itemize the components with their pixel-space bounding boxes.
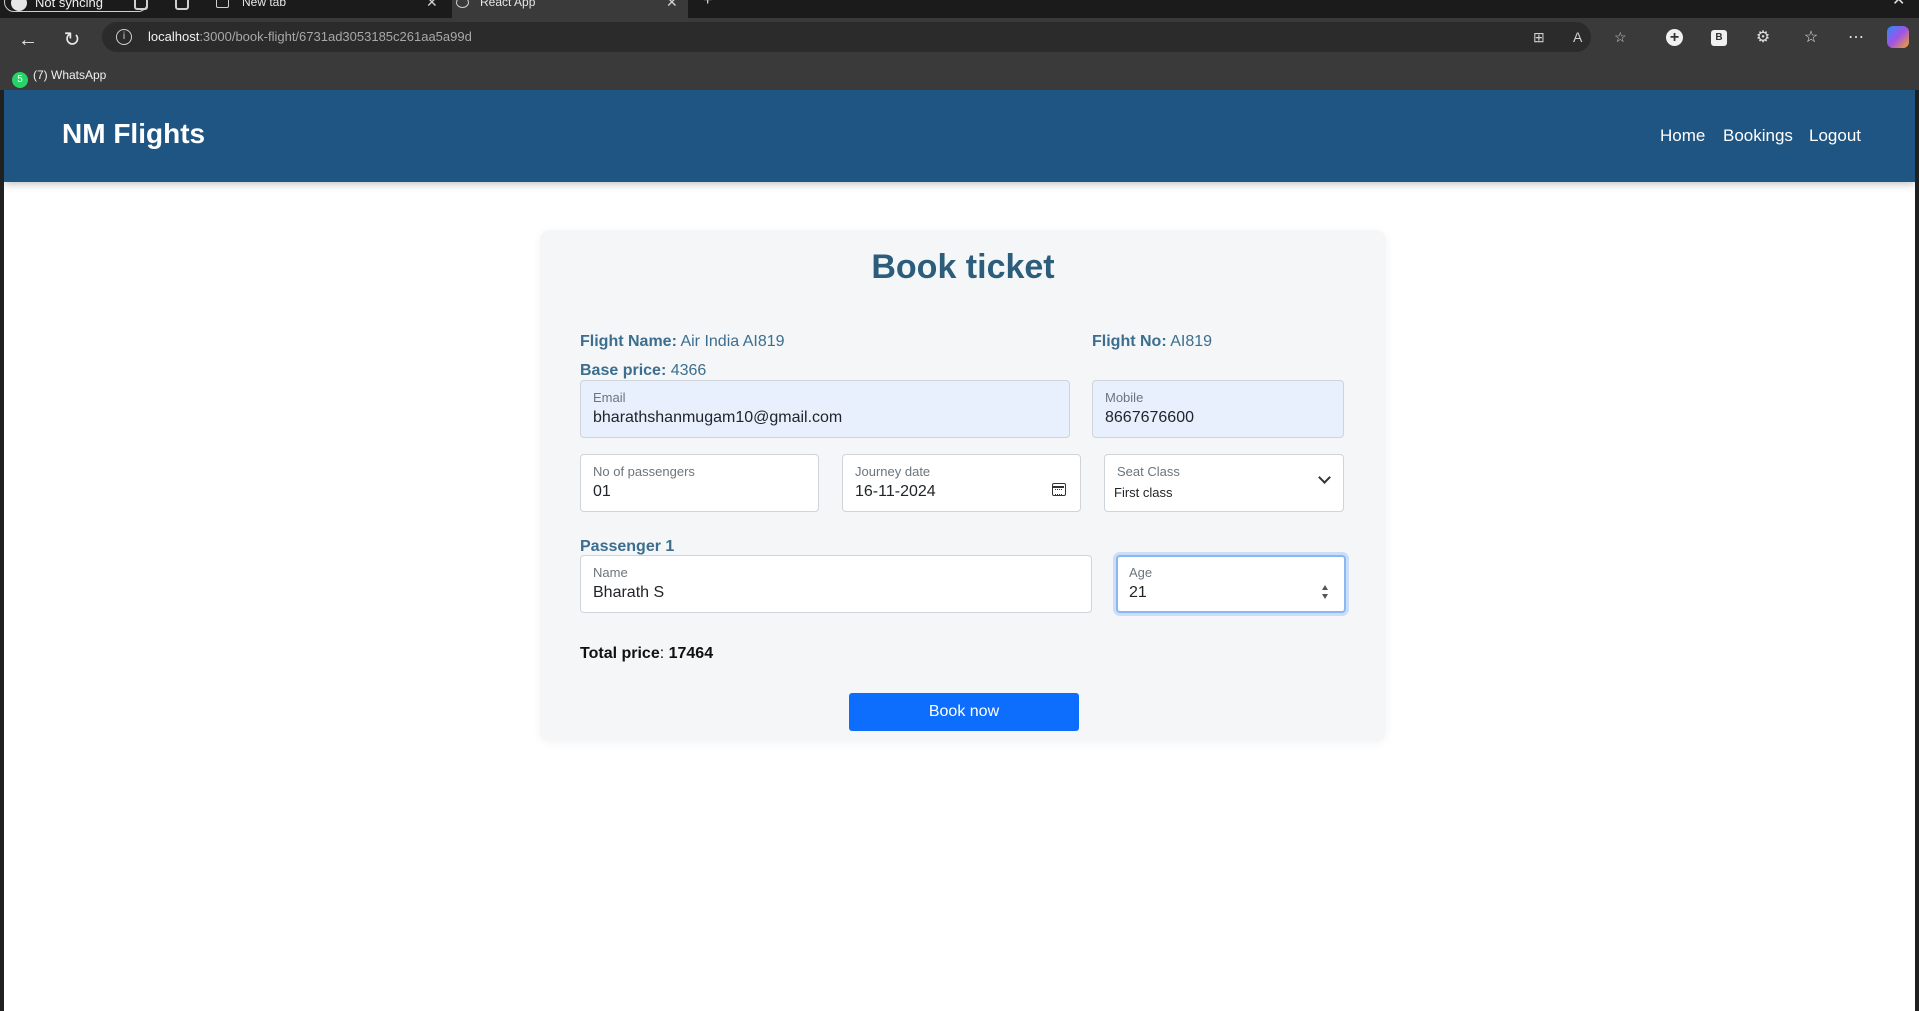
read-aloud-icon[interactable]: A [1573, 29, 1582, 45]
nav-link-home[interactable]: Home [1660, 126, 1705, 146]
passengers-field[interactable]: No of passengers 01 [580, 454, 819, 512]
email-label: Email [593, 390, 626, 405]
brand-logo[interactable]: NM Flights [62, 118, 205, 150]
seat-class-select[interactable]: Seat Class First class [1104, 454, 1344, 512]
profile-status-label: Not syncing [35, 0, 103, 10]
total-price-label: Total price [580, 645, 660, 662]
mobile-field[interactable]: Mobile 8667676600 [1092, 380, 1344, 438]
passenger-heading: Passenger 1 [580, 538, 675, 555]
nav-link-logout[interactable]: Logout [1809, 126, 1861, 146]
flight-name-label: Flight Name: [580, 333, 677, 350]
profile-button[interactable]: Not syncing [4, 0, 148, 12]
favorite-star-icon[interactable]: ☆ [1614, 29, 1627, 46]
new-tab-favicon-icon [216, 0, 229, 8]
url-path: :3000/book-flight/6731ad3053185c261aa5a9… [199, 29, 472, 44]
mobile-value: 8667676600 [1105, 409, 1194, 426]
journey-date-label: Journey date [855, 464, 931, 479]
flight-no-value: AI819 [1170, 333, 1213, 350]
email-value: bharathshanmugam10@gmail.com [593, 409, 843, 426]
journey-date-value: 16-11-2024 [855, 483, 936, 500]
close-tab-icon[interactable]: ✕ [426, 0, 438, 12]
extensions-icon[interactable]: ⚙ [1753, 28, 1773, 48]
tab-title: React App [480, 0, 536, 9]
journey-date-field[interactable]: Journey date 16-11-2024 [842, 454, 1081, 512]
passenger-age-label: Age [1129, 565, 1153, 580]
base-price-info: Base price: 4366 [580, 362, 706, 380]
maximize-icon[interactable]: ▫ [1846, 0, 1852, 8]
total-price-value: 17464 [668, 645, 714, 662]
new-tab-button[interactable]: + [703, 0, 712, 10]
extension-b-icon[interactable]: B [1711, 30, 1727, 46]
base-price-value: 4366 [670, 362, 707, 379]
site-info-icon[interactable]: i [116, 29, 132, 45]
browser-tab-strip: Not syncing New tab ✕ React App ✕ + – ▫ … [0, 0, 1919, 18]
extension-add-icon[interactable]: + [1666, 29, 1683, 46]
more-menu-icon[interactable]: ⋯ [1846, 28, 1866, 48]
tab-actions-icon[interactable] [175, 0, 189, 10]
calendar-icon[interactable] [1052, 483, 1066, 496]
bookmarks-bar: 5 (7) WhatsApp [0, 62, 1919, 90]
whatsapp-icon: 5 [12, 72, 28, 88]
email-field[interactable]: Email bharathshanmugam10@gmail.com [580, 380, 1070, 438]
tab-new-tab[interactable]: New tab ✕ [216, 0, 444, 18]
passenger-name-label: Name [593, 565, 628, 580]
chevron-down-icon [1318, 471, 1331, 484]
book-ticket-card: Book ticket Flight Name: Air India AI819… [540, 230, 1386, 741]
tab-react-app[interactable]: React App ✕ [452, 0, 688, 18]
passenger-name-value: Bharath S [593, 584, 665, 601]
nav-link-bookings[interactable]: Bookings [1723, 126, 1793, 146]
passenger-age-value: 21 [1129, 584, 1147, 601]
close-window-icon[interactable]: ✕ [1892, 0, 1905, 10]
spinner-down-icon[interactable] [1322, 594, 1328, 599]
app-available-icon[interactable]: ⊞ [1533, 29, 1545, 46]
react-favicon-icon [456, 0, 469, 8]
mobile-label: Mobile [1105, 390, 1144, 405]
url-host: localhost [148, 29, 200, 44]
spinner-up-icon[interactable] [1322, 585, 1328, 590]
book-now-button[interactable]: Book now [849, 693, 1079, 731]
close-tab-icon[interactable]: ✕ [666, 0, 678, 12]
favorites-icon[interactable]: ☆ [1801, 28, 1821, 48]
url-text[interactable]: localhost:3000/book-flight/6731ad3053185… [148, 29, 472, 44]
app-navbar: NM Flights Home Bookings Logout [4, 90, 1915, 182]
flight-no-label: Flight No: [1092, 333, 1167, 350]
total-price: Total price: 17464 [580, 645, 714, 662]
minimize-icon[interactable]: – [1798, 0, 1807, 8]
seat-class-value: First class [1114, 485, 1173, 500]
flight-no-info: Flight No: AI819 [1092, 333, 1212, 351]
copilot-icon[interactable] [1887, 26, 1909, 48]
passengers-label: No of passengers [593, 464, 695, 479]
seat-class-label: Seat Class [1117, 464, 1180, 479]
tab-title: New tab [242, 0, 287, 9]
page-title: Book ticket [871, 248, 1055, 286]
flight-name-info: Flight Name: Air India AI819 [580, 333, 785, 351]
base-price-label: Base price: [580, 362, 667, 379]
flight-name-value: Air India AI819 [680, 333, 785, 350]
reload-icon[interactable]: ↻ [58, 26, 86, 54]
passenger-name-field[interactable]: Name Bharath S [580, 555, 1092, 613]
page-viewport: NM Flights Home Bookings Logout Book tic… [4, 90, 1915, 1011]
workspaces-icon[interactable] [134, 0, 148, 10]
bookmark-label: (7) WhatsApp [33, 68, 107, 82]
passengers-value: 01 [593, 483, 611, 500]
bookmark-whatsapp[interactable]: 5 (7) WhatsApp [12, 66, 106, 88]
back-arrow-icon[interactable]: ← [14, 26, 42, 54]
profile-avatar-icon [11, 0, 27, 11]
passenger-age-field[interactable]: Age 21 [1116, 555, 1346, 613]
address-bar[interactable]: i localhost:3000/book-flight/6731ad30531… [102, 22, 1627, 52]
